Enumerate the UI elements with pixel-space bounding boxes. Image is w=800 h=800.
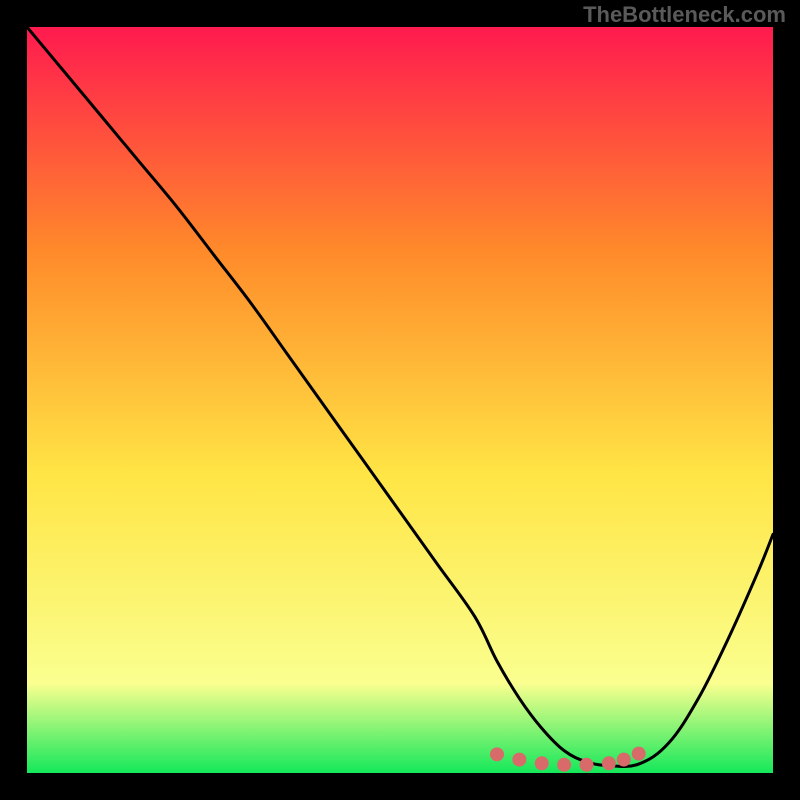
chart-svg	[27, 27, 773, 773]
marker-dot	[535, 756, 549, 770]
marker-dot	[580, 758, 594, 772]
marker-dot	[632, 747, 646, 761]
chart-area	[27, 27, 773, 773]
marker-dot	[490, 747, 504, 761]
marker-dot	[512, 753, 526, 767]
marker-dot	[602, 756, 616, 770]
background-gradient	[27, 27, 773, 773]
marker-dot	[557, 758, 571, 772]
marker-dot	[617, 753, 631, 767]
watermark-text: TheBottleneck.com	[583, 2, 786, 28]
